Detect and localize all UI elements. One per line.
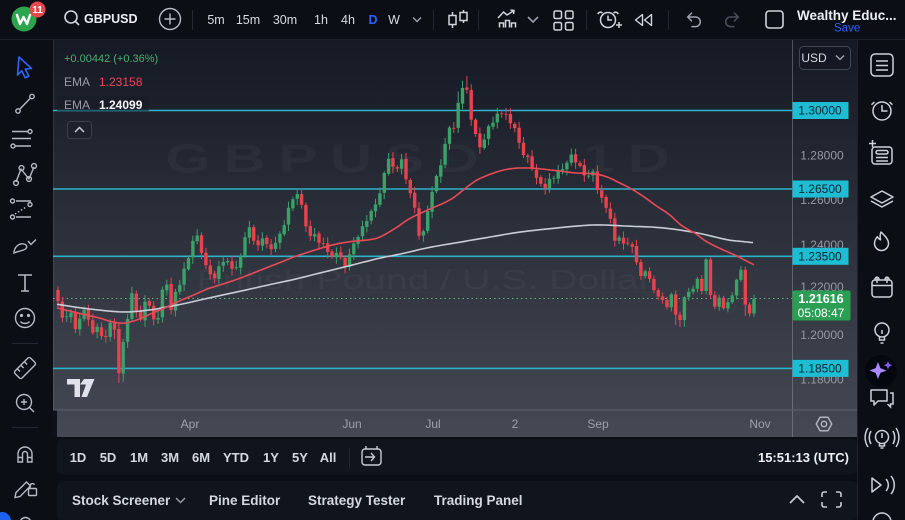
svg-text:15:51:13 (UTC): 15:51:13 (UTC) [758,450,849,465]
svg-text:15m: 15m [236,13,260,27]
svg-text:Trading Panel: Trading Panel [434,493,523,508]
svg-text:Pine Editor: Pine Editor [209,493,281,508]
svg-text:Jun: Jun [342,417,361,431]
svg-text:05:08:47: 05:08:47 [798,306,845,320]
svg-text:Nov: Nov [749,417,770,431]
svg-text:1.30000: 1.30000 [798,104,842,118]
svg-text:Strategy Tester: Strategy Tester [308,493,406,508]
svg-text:1.21616: 1.21616 [798,292,843,306]
svg-text:1.20000: 1.20000 [800,328,844,342]
svg-text:Jul: Jul [425,417,440,431]
svg-text:11: 11 [32,5,43,16]
svg-text:Wealthy Educ...: Wealthy Educ... [797,8,897,23]
svg-text:1Y: 1Y [263,450,279,465]
svg-text:GBPUSD · 1D: GBPUSD · 1D [165,136,682,181]
svg-text:1.24099: 1.24099 [99,98,143,112]
svg-text:4h: 4h [341,13,355,27]
svg-text:USD: USD [801,51,827,65]
svg-text:Stock Screener: Stock Screener [72,493,171,508]
svg-text:5D: 5D [100,450,117,465]
svg-text:1h: 1h [314,13,328,27]
svg-text:1.28000: 1.28000 [800,148,844,162]
svg-text:5Y: 5Y [292,450,308,465]
svg-text:5m: 5m [207,13,224,27]
svg-text:1.23158: 1.23158 [99,75,143,89]
svg-text:6M: 6M [192,450,210,465]
svg-text:W: W [388,13,400,27]
svg-text:All: All [320,450,337,465]
svg-text:1.18500: 1.18500 [798,361,842,375]
svg-text:+0.00442 (+0.36%): +0.00442 (+0.36%) [64,53,158,65]
svg-text:Save: Save [834,23,860,35]
svg-text:2: 2 [512,417,519,431]
svg-text:Apr: Apr [181,417,200,431]
svg-text:EMA: EMA [64,98,90,112]
svg-text:1.23500: 1.23500 [798,249,842,263]
svg-text:D: D [368,13,377,27]
svg-text:1M: 1M [130,450,148,465]
svg-text:1.26500: 1.26500 [798,182,842,196]
svg-text:EMA: EMA [64,75,90,89]
svg-text:30m: 30m [273,13,297,27]
svg-text:GBPUSD: GBPUSD [84,12,137,26]
svg-text:1D: 1D [70,450,87,465]
svg-text:YTD: YTD [223,450,249,465]
svg-text:3M: 3M [161,450,179,465]
svg-text:Sep: Sep [587,417,609,431]
